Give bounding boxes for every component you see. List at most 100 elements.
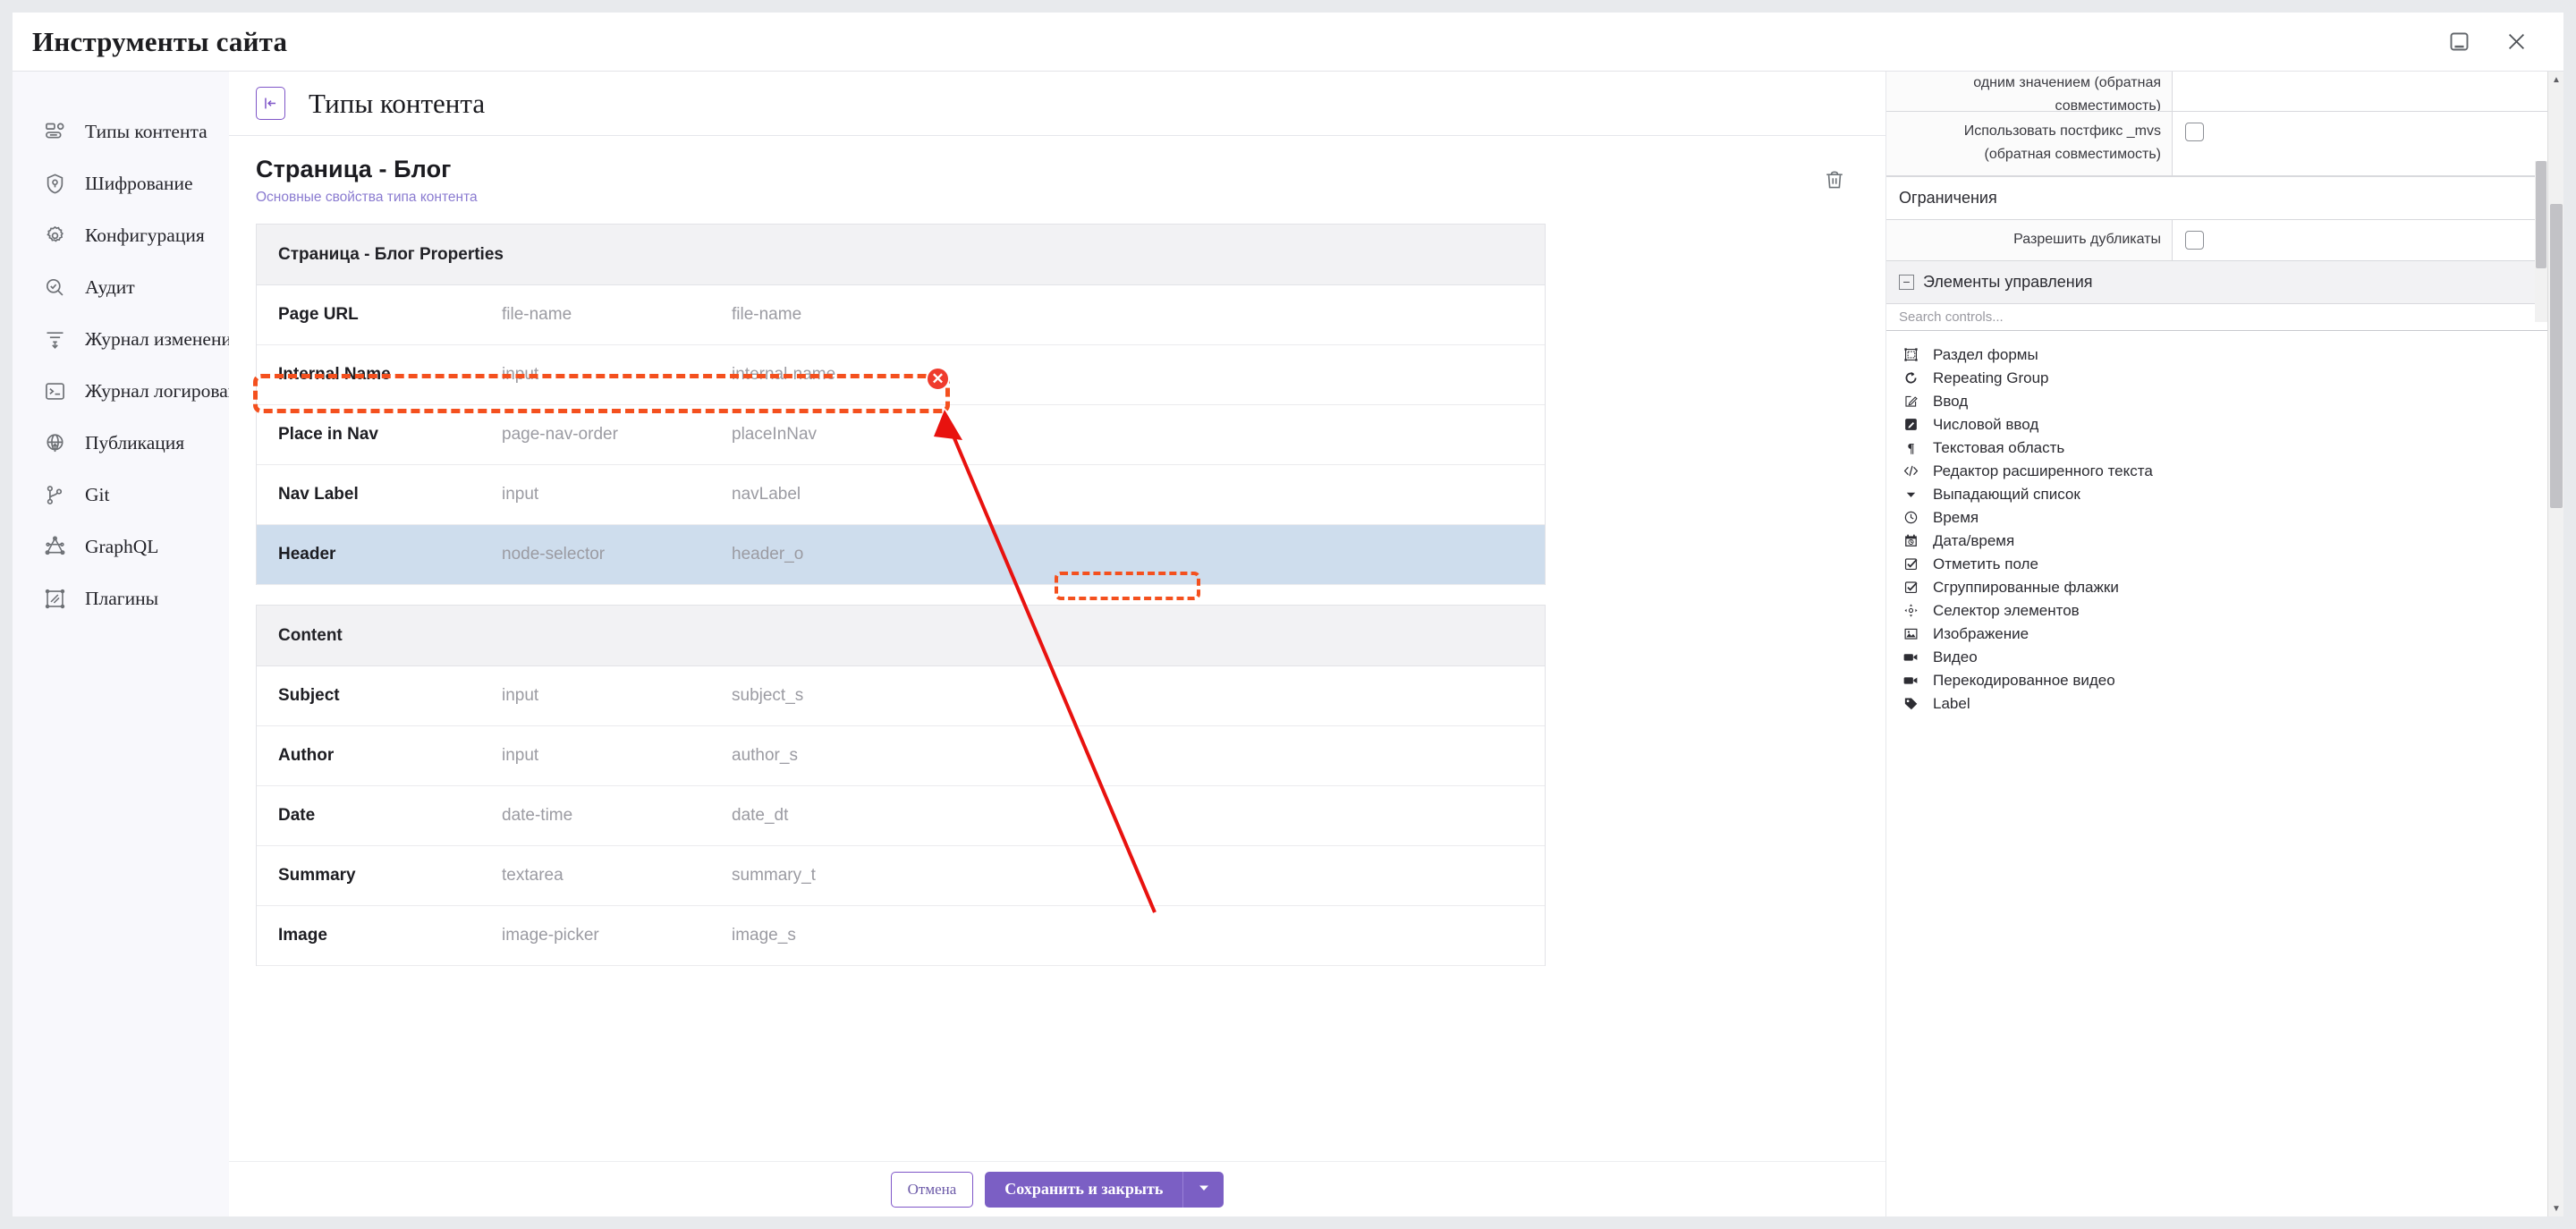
sidebar-item-git[interactable]: Git bbox=[13, 469, 229, 521]
video-transcode-icon bbox=[1901, 672, 1920, 690]
control-item-label[interactable]: Label bbox=[1886, 692, 2563, 716]
panel-scrollbar[interactable]: ▲ ▼ bbox=[2547, 72, 2563, 1216]
mvs-postfix-checkbox[interactable] bbox=[2185, 123, 2204, 141]
sidebar-item-label: Шифрование bbox=[85, 172, 193, 194]
globe-publish-icon bbox=[43, 431, 67, 455]
property-id: placeInNav bbox=[732, 425, 818, 444]
control-item-grouped-checkboxes[interactable]: Сгруппированные флажки bbox=[1886, 576, 2563, 599]
controls-section-header[interactable]: − Элементы управления bbox=[1886, 260, 2563, 304]
allow-duplicates-checkbox[interactable] bbox=[2185, 230, 2204, 250]
inner-scrollbar-thumb[interactable] bbox=[2536, 161, 2546, 268]
table-row[interactable]: Image image-picker image_s bbox=[257, 906, 1545, 966]
control-item-datetime[interactable]: Дата/время bbox=[1886, 530, 2563, 553]
inner-scrollbar[interactable] bbox=[2535, 161, 2547, 322]
panel-scrollbar-thumb[interactable] bbox=[2550, 204, 2563, 508]
property-type: textarea bbox=[502, 866, 564, 885]
table-row-header-selected[interactable]: Header node-selector header_o bbox=[257, 525, 1545, 585]
restore-window-icon[interactable] bbox=[2438, 21, 2479, 63]
setting-value bbox=[2173, 112, 2563, 175]
control-item-checkbox[interactable]: Отметить поле bbox=[1886, 553, 2563, 576]
control-item-time[interactable]: Время bbox=[1886, 506, 2563, 530]
control-item-number-input[interactable]: Числовой ввод bbox=[1886, 413, 2563, 437]
table-row[interactable]: Internal Name input internal-name bbox=[257, 345, 1545, 405]
control-item-video[interactable]: Видео bbox=[1886, 646, 2563, 669]
property-name: Date bbox=[278, 806, 316, 825]
control-item-label: Селектор элементов bbox=[1933, 601, 2080, 619]
close-icon[interactable] bbox=[2496, 21, 2537, 63]
table-row[interactable]: Author input author_s bbox=[257, 726, 1545, 786]
control-item-node-selector[interactable]: Селектор элементов bbox=[1886, 599, 2563, 623]
audit-search-icon bbox=[43, 275, 67, 300]
control-item-input[interactable]: Ввод bbox=[1886, 390, 2563, 413]
scroll-up-icon[interactable]: ▲ bbox=[2548, 72, 2563, 88]
controls-search-input[interactable]: Search controls... bbox=[1886, 303, 2563, 331]
control-item-form-section[interactable]: Раздел формы bbox=[1886, 343, 2563, 367]
sidebar-item-change-log[interactable]: Журнал изменений bbox=[13, 313, 242, 365]
sidebar-item-publication[interactable]: Публикация bbox=[13, 417, 229, 469]
sidebar-item-audit[interactable]: Аудит bbox=[13, 261, 229, 313]
setting-label: Использовать постфикс _mvs (обратная сов… bbox=[1886, 112, 2173, 175]
table-row[interactable]: Place in Nav page-nav-order placeInNav bbox=[257, 405, 1545, 465]
image-icon bbox=[1901, 625, 1920, 643]
scroll-down-icon[interactable]: ▼ bbox=[2548, 1200, 2563, 1216]
node-selector-icon bbox=[1901, 602, 1920, 620]
repeat-icon bbox=[1901, 369, 1920, 387]
control-item-dropdown[interactable]: Выпадающий список bbox=[1886, 483, 2563, 506]
table-row[interactable]: Page URL file-name file-name bbox=[257, 285, 1545, 345]
input-pencil-icon bbox=[1901, 393, 1920, 411]
document-header: Страница - Блог Основные свойства типа к… bbox=[256, 136, 1853, 209]
sidebar-item-encryption[interactable]: Шифрование bbox=[13, 157, 229, 209]
property-id: image_s bbox=[732, 926, 796, 945]
change-log-icon bbox=[43, 327, 67, 352]
remove-circle-icon[interactable]: ✕ bbox=[926, 367, 950, 391]
control-item-label: Раздел формы bbox=[1933, 345, 2038, 363]
property-name: Header bbox=[278, 545, 336, 564]
chevron-down-icon bbox=[1197, 1181, 1211, 1198]
control-item-label: Repeating Group bbox=[1933, 369, 2049, 386]
control-item-label: Сгруппированные флажки bbox=[1933, 578, 2119, 596]
cancel-button[interactable]: Отмена bbox=[890, 1171, 974, 1208]
property-id: internal-name bbox=[732, 365, 836, 384]
control-item-rich-text-editor[interactable]: Редактор расширенного текста bbox=[1886, 460, 2563, 483]
save-dropdown-button[interactable] bbox=[1182, 1171, 1224, 1208]
collapse-panel-icon[interactable] bbox=[256, 87, 285, 120]
control-item-transcoded-video[interactable]: Перекодированное видео bbox=[1886, 669, 2563, 692]
constraints-section-title: Ограничения bbox=[1886, 177, 2563, 220]
setting-row-mvs-postfix: Использовать постфикс _mvs (обратная сов… bbox=[1886, 112, 2563, 176]
checkbox-group-icon bbox=[1901, 579, 1920, 597]
table-row[interactable]: Nav Label input navLabel bbox=[257, 465, 1545, 525]
control-item-label: Редактор расширенного текста bbox=[1933, 462, 2153, 479]
setting-label: одним значением (обратная совместимость) bbox=[1886, 72, 2173, 111]
table-row[interactable]: Date date-time date_dt bbox=[257, 786, 1545, 846]
property-name: Page URL bbox=[278, 305, 359, 324]
property-name: Summary bbox=[278, 866, 356, 885]
sidebar-item-logging[interactable]: Журнал логирования bbox=[13, 365, 258, 417]
control-item-label: Дата/время bbox=[1933, 531, 2015, 549]
terminal-log-icon bbox=[43, 379, 67, 403]
collapse-minus-icon[interactable]: − bbox=[1899, 274, 1914, 290]
property-name: Internal Name bbox=[278, 365, 391, 384]
sidebar-item-graphql[interactable]: GraphQL bbox=[13, 521, 229, 572]
property-id: subject_s bbox=[732, 686, 804, 705]
sidebar-item-configuration[interactable]: Конфигурация bbox=[13, 209, 229, 261]
content-table-header: Content bbox=[257, 606, 1545, 666]
controls-list: Раздел формы Repeating Group Ввод Числов… bbox=[1886, 331, 2563, 716]
property-id: navLabel bbox=[732, 485, 801, 504]
form-section-icon bbox=[1901, 346, 1920, 364]
table-row[interactable]: Summary textarea summary_t bbox=[257, 846, 1545, 906]
table-row[interactable]: Subject input subject_s bbox=[257, 666, 1545, 726]
trash-icon[interactable] bbox=[1816, 161, 1853, 199]
sidebar-item-label: Аудит bbox=[85, 275, 135, 298]
control-item-image[interactable]: Изображение bbox=[1886, 623, 2563, 646]
constraints-table: Разрешить дубликаты bbox=[1886, 219, 2563, 261]
control-item-repeating-group[interactable]: Repeating Group bbox=[1886, 367, 2563, 390]
setting-value bbox=[2173, 72, 2563, 111]
property-name: Image bbox=[278, 926, 327, 945]
page-title: Инструменты сайта bbox=[32, 25, 288, 57]
property-name: Place in Nav bbox=[278, 425, 378, 444]
save-and-close-button[interactable]: Сохранить и закрыть bbox=[985, 1171, 1183, 1208]
control-item-textarea[interactable]: ¶ Текстовая область bbox=[1886, 437, 2563, 460]
sidebar-item-content-types[interactable]: Типы контента bbox=[13, 106, 229, 157]
sidebar-item-plugins[interactable]: Плагины bbox=[13, 572, 229, 624]
breadcrumb-title: Типы контента bbox=[309, 87, 486, 119]
